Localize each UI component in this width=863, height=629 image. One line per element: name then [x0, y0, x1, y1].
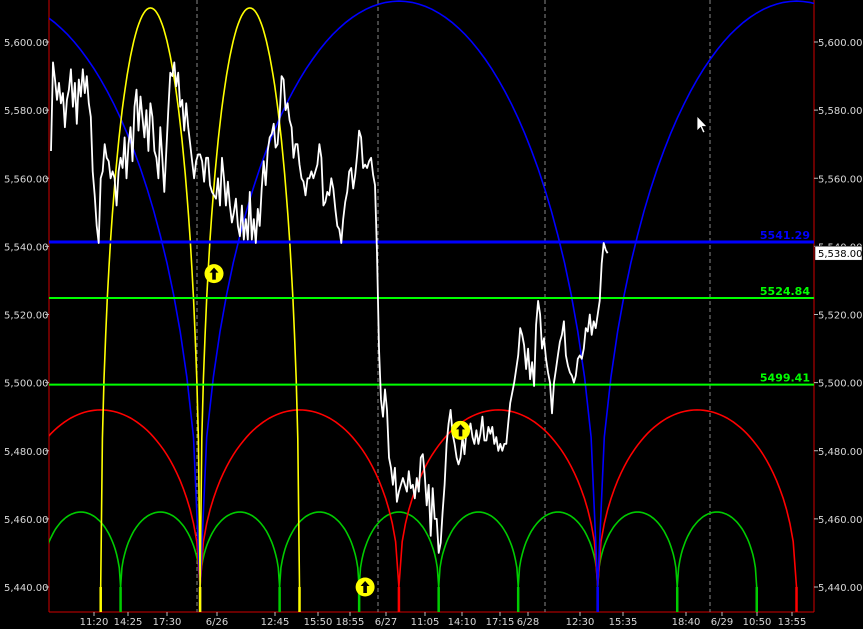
y-tick-left: 5,540.00 [4, 242, 49, 253]
y-tick-right: 5,500.00 [818, 379, 863, 390]
x-tick-label: 14:25 [114, 617, 143, 628]
x-tick-label: 12:30 [566, 617, 595, 628]
y-tick-left: 5,600.00 [4, 38, 49, 49]
x-tick-label: 12:45 [261, 617, 290, 628]
y-tick-left: 5,440.00 [4, 583, 49, 594]
y-tick-left: 5,580.00 [4, 106, 49, 117]
x-tick-label: 6/29 [711, 617, 733, 628]
x-tick-label: 6/26 [206, 617, 228, 628]
y-tick-right: 5,560.00 [818, 174, 863, 185]
x-tick-label: 13:55 [778, 617, 807, 628]
last-price-label: 5,538.00 [818, 249, 863, 260]
level-label-5524.84: 5524.84 [760, 285, 810, 298]
x-tick-label: 6/27 [375, 617, 397, 628]
y-tick-right: 5,600.00 [818, 38, 863, 49]
x-tick-label: 15:50 [304, 617, 333, 628]
level-label-5499.41: 5499.41 [760, 372, 810, 385]
y-tick-left: 5,460.00 [4, 515, 49, 526]
level-label-5541.29: 5541.29 [760, 229, 810, 242]
y-tick-left: 5,500.00 [4, 379, 49, 390]
x-tick-label: 15:35 [609, 617, 638, 628]
chart-svg: 5541.29 5524.84 5499.41 5,440.00 5,440.00 5,… [0, 0, 863, 629]
x-tick-label: 17:30 [153, 617, 182, 628]
x-tick-label: 18:55 [336, 617, 365, 628]
x-tick-label: 10:50 [743, 617, 772, 628]
x-tick-label: 18:40 [672, 617, 701, 628]
x-tick-label: 17:15 [486, 617, 515, 628]
up-arrow-marker-icon [451, 420, 471, 440]
y-tick-left: 5,520.00 [4, 311, 49, 322]
y-tick-right: 5,520.00 [818, 311, 863, 322]
up-arrow-marker-icon [355, 577, 375, 597]
x-tick-label: 14:10 [448, 617, 477, 628]
y-tick-right: 5,580.00 [818, 106, 863, 117]
x-tick-label: 11:20 [80, 617, 109, 628]
x-tick-label: 6/28 [517, 617, 539, 628]
y-tick-right: 5,480.00 [818, 447, 863, 458]
y-tick-right: 5,460.00 [818, 515, 863, 526]
up-arrow-marker-icon [204, 264, 224, 284]
x-tick-label: 11:05 [411, 617, 440, 628]
y-tick-left: 5,480.00 [4, 447, 49, 458]
y-tick-left: 5,560.00 [4, 174, 49, 185]
y-tick-right: 5,440.00 [818, 583, 863, 594]
